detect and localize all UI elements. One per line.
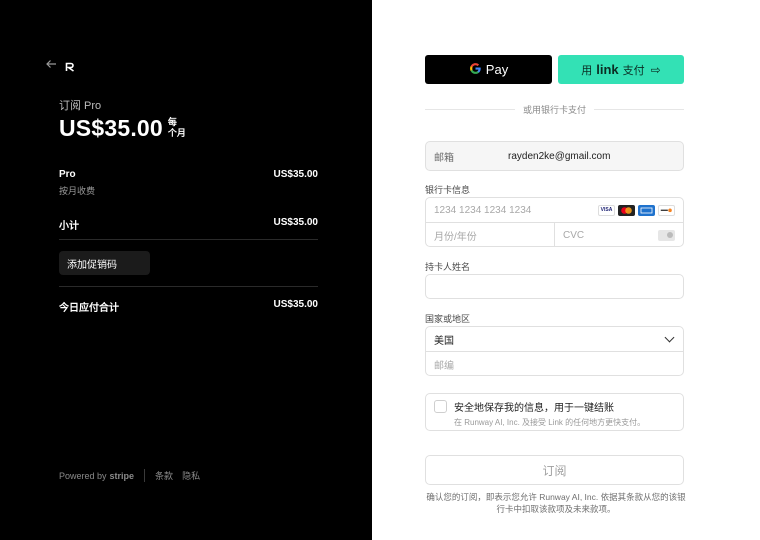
save-info-option: 安全地保存我的信息，用于一键结账 在 Runway AI, Inc. 及接受 L… — [425, 393, 684, 431]
price-amount: US$35.00 — [59, 115, 163, 141]
powered-by-text: Powered by — [59, 470, 107, 481]
google-g-icon — [469, 62, 482, 78]
summary-header — [45, 58, 75, 72]
billing-period: 每 个月 — [167, 117, 186, 138]
country-group: 美国 邮编 — [425, 326, 684, 376]
email-field[interactable]: 邮箱 rayden2ke@gmail.com — [425, 141, 684, 171]
order-summary-panel: 订阅 Pro US$35.00 每 个月 Pro US$35.00 按月收费 小… — [0, 0, 372, 540]
line-item-name: Pro — [59, 169, 76, 180]
card-info-group: 1234 1234 1234 1234 VISA 月份/年份 CVC — [425, 197, 684, 247]
expiry-placeholder: 月份/年份 — [434, 231, 477, 243]
subtotal-row: 小计 US$35.00 — [59, 217, 318, 232]
visa-icon: VISA — [598, 204, 615, 216]
line-item-desc: 按月收费 — [59, 186, 96, 196]
cardholder-name-input[interactable] — [425, 274, 684, 299]
mastercard-icon — [618, 204, 635, 216]
google-pay-button[interactable]: Pay — [425, 55, 552, 84]
summary-footer: Powered by stripe 条款 隐私 — [59, 469, 209, 482]
save-info-desc: 在 Runway AI, Inc. 及接受 Link 的任何地方更快支付。 — [454, 418, 646, 427]
expiry-input[interactable]: 月份/年份 — [426, 223, 555, 247]
save-info-title: 安全地保存我的信息，用于一键结账 — [454, 403, 614, 414]
cvc-card-icon — [658, 229, 675, 241]
divider — [59, 239, 318, 240]
stripe-logo[interactable]: stripe — [110, 471, 135, 481]
postal-placeholder: 邮编 — [434, 360, 454, 372]
total-row: 今日应付合计 US$35.00 — [59, 299, 318, 314]
terms-link[interactable]: 条款 — [155, 469, 173, 482]
or-text: 或用银行卡支付 — [523, 104, 587, 115]
link-pay-button[interactable]: 用 link 支付 ⇨ — [558, 55, 684, 84]
runway-logo — [65, 59, 75, 72]
card-brand-logos: VISA — [598, 204, 675, 216]
line-item-amount: US$35.00 — [273, 169, 318, 180]
subtotal-label: 小计 — [59, 221, 79, 232]
back-arrow-icon[interactable] — [45, 58, 57, 70]
google-pay-label: Pay — [485, 62, 509, 77]
email-value: rayden2ke@gmail.com — [508, 150, 611, 162]
link-prefix: 用 — [581, 64, 593, 77]
country-value: 美国 — [434, 335, 454, 347]
add-promo-code-button[interactable]: 添加促销码 — [59, 251, 150, 275]
card-info-label: 银行卡信息 — [425, 185, 471, 195]
link-suffix: 支付 — [622, 64, 645, 77]
product-label: 订阅 Pro — [59, 100, 102, 112]
country-select[interactable]: 美国 — [426, 327, 683, 352]
card-number-input[interactable]: 1234 1234 1234 1234 VISA — [426, 198, 683, 223]
card-number-placeholder: 1234 1234 1234 1234 — [434, 204, 532, 216]
email-label: 邮箱 — [434, 152, 454, 164]
chevron-down-icon — [664, 332, 675, 342]
divider — [59, 286, 318, 287]
save-info-checkbox[interactable] — [434, 400, 447, 413]
legal-text: 确认您的订阅，即表示您允许 Runway AI, Inc. 依据其条款从您的该银… — [426, 492, 686, 514]
discover-icon — [658, 204, 675, 216]
cvc-placeholder: CVC — [563, 229, 585, 241]
subscribe-button[interactable]: 订阅 — [425, 455, 684, 485]
price-display: US$35.00 每 个月 — [59, 115, 186, 142]
total-amount: US$35.00 — [273, 299, 318, 310]
cardholder-label: 持卡人姓名 — [425, 262, 471, 272]
postal-code-input[interactable]: 邮编 — [426, 352, 683, 376]
privacy-link[interactable]: 隐私 — [182, 469, 200, 482]
subtotal-amount: US$35.00 — [273, 217, 318, 228]
link-brand: link — [596, 62, 619, 77]
footer-divider — [144, 469, 146, 482]
arrow-right-icon: ⇨ — [650, 62, 661, 77]
total-label: 今日应付合计 — [59, 303, 119, 314]
country-label: 国家或地区 — [425, 314, 471, 324]
or-divider: 或用银行卡支付 — [425, 102, 685, 116]
amex-icon — [638, 204, 655, 216]
line-item-pro: Pro US$35.00 — [59, 169, 318, 180]
cvc-input[interactable]: CVC — [555, 223, 683, 247]
